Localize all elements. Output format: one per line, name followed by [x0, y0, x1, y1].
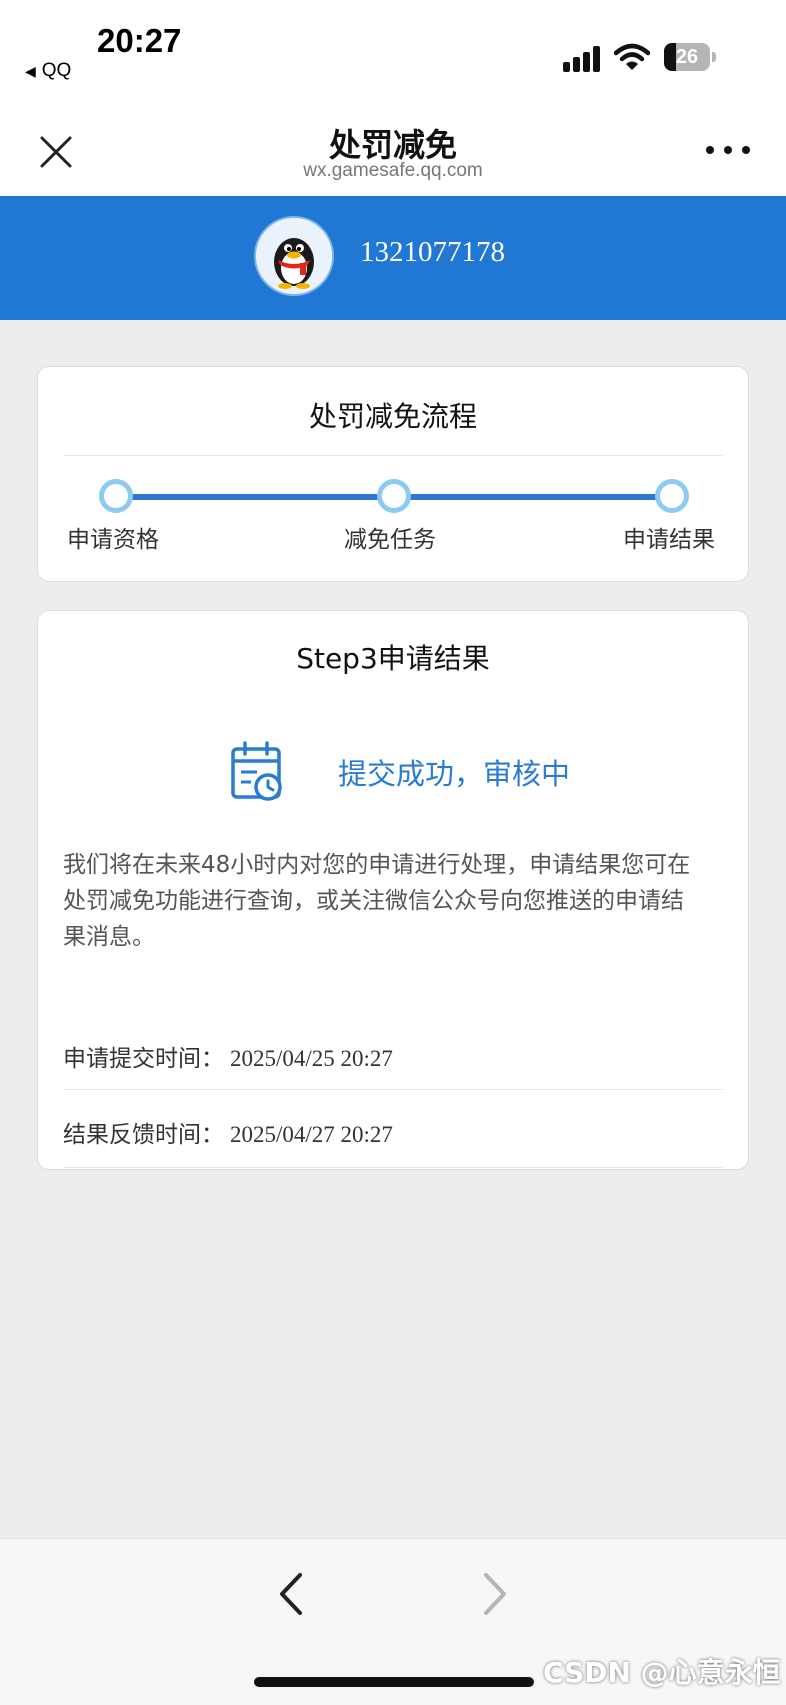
result-card: Step3申请结果 提交成功，审核中 我们将在未来48小时内对您的申请进行处理，… [37, 610, 749, 1170]
back-arrow-icon[interactable] [272, 1569, 312, 1619]
status-time: 20:27 [97, 22, 182, 59]
penguin-icon [256, 218, 332, 294]
watermark: CSDN @心意永恒 [543, 1656, 781, 1689]
battery-icon: 26 [664, 43, 716, 71]
step-dot-1 [99, 479, 133, 513]
bottom-toolbar: CSDN @心意永恒 [0, 1538, 786, 1705]
result-title: Step3申请结果 [296, 642, 490, 675]
more-icon[interactable] [706, 142, 752, 158]
submit-time-label: 申请提交时间： [63, 1046, 224, 1072]
submit-time-row: 申请提交时间： 2025/04/25 20:27 [63, 1039, 393, 1073]
profile-banner: 1321077178 [0, 196, 786, 320]
step-dot-3 [655, 479, 689, 513]
feedback-time-value: 2025/04/27 20:27 [230, 1122, 393, 1147]
back-triangle-icon: ◀ [25, 63, 36, 79]
process-card: 处罚减免流程 申请资格 减免任务 申请结果 [37, 366, 749, 582]
home-indicator[interactable] [254, 1677, 534, 1687]
back-app-label: QQ [41, 60, 72, 81]
status-text: 提交成功，审核中 [338, 757, 571, 791]
step-dot-2 [377, 479, 411, 513]
result-description: 我们将在未来48小时内对您的申请进行处理，申请结果您可在处罚减免功能进行查询，或… [63, 852, 691, 950]
battery-level: 26 [675, 46, 699, 68]
wifi-icon [614, 43, 650, 70]
step-label-1: 申请资格 [67, 527, 159, 553]
nav-header: 处罚减免 wx.gamesafe.qq.com [0, 104, 786, 196]
back-to-app-link[interactable]: ◀ QQ [25, 60, 71, 82]
account-id: 1321077178 [360, 236, 505, 268]
step-label-3: 申请结果 [623, 527, 715, 553]
cellular-signal-icon [563, 46, 600, 72]
step-label-2: 减免任务 [344, 527, 436, 553]
divider [63, 455, 723, 456]
divider [63, 1167, 723, 1168]
avatar [254, 216, 334, 296]
process-title: 处罚减免流程 [308, 400, 477, 433]
status-bar: 20:27 ◀ QQ 26 [0, 0, 786, 104]
submit-time-value: 2025/04/25 20:27 [230, 1046, 393, 1071]
feedback-time-row: 结果反馈时间： 2025/04/27 20:27 [63, 1115, 393, 1149]
page-url: wx.gamesafe.qq.com [303, 160, 483, 181]
divider [63, 1089, 723, 1090]
forward-arrow-icon[interactable] [474, 1569, 514, 1619]
feedback-time-label: 结果反馈时间： [63, 1122, 224, 1148]
calendar-clock-icon [231, 741, 282, 801]
